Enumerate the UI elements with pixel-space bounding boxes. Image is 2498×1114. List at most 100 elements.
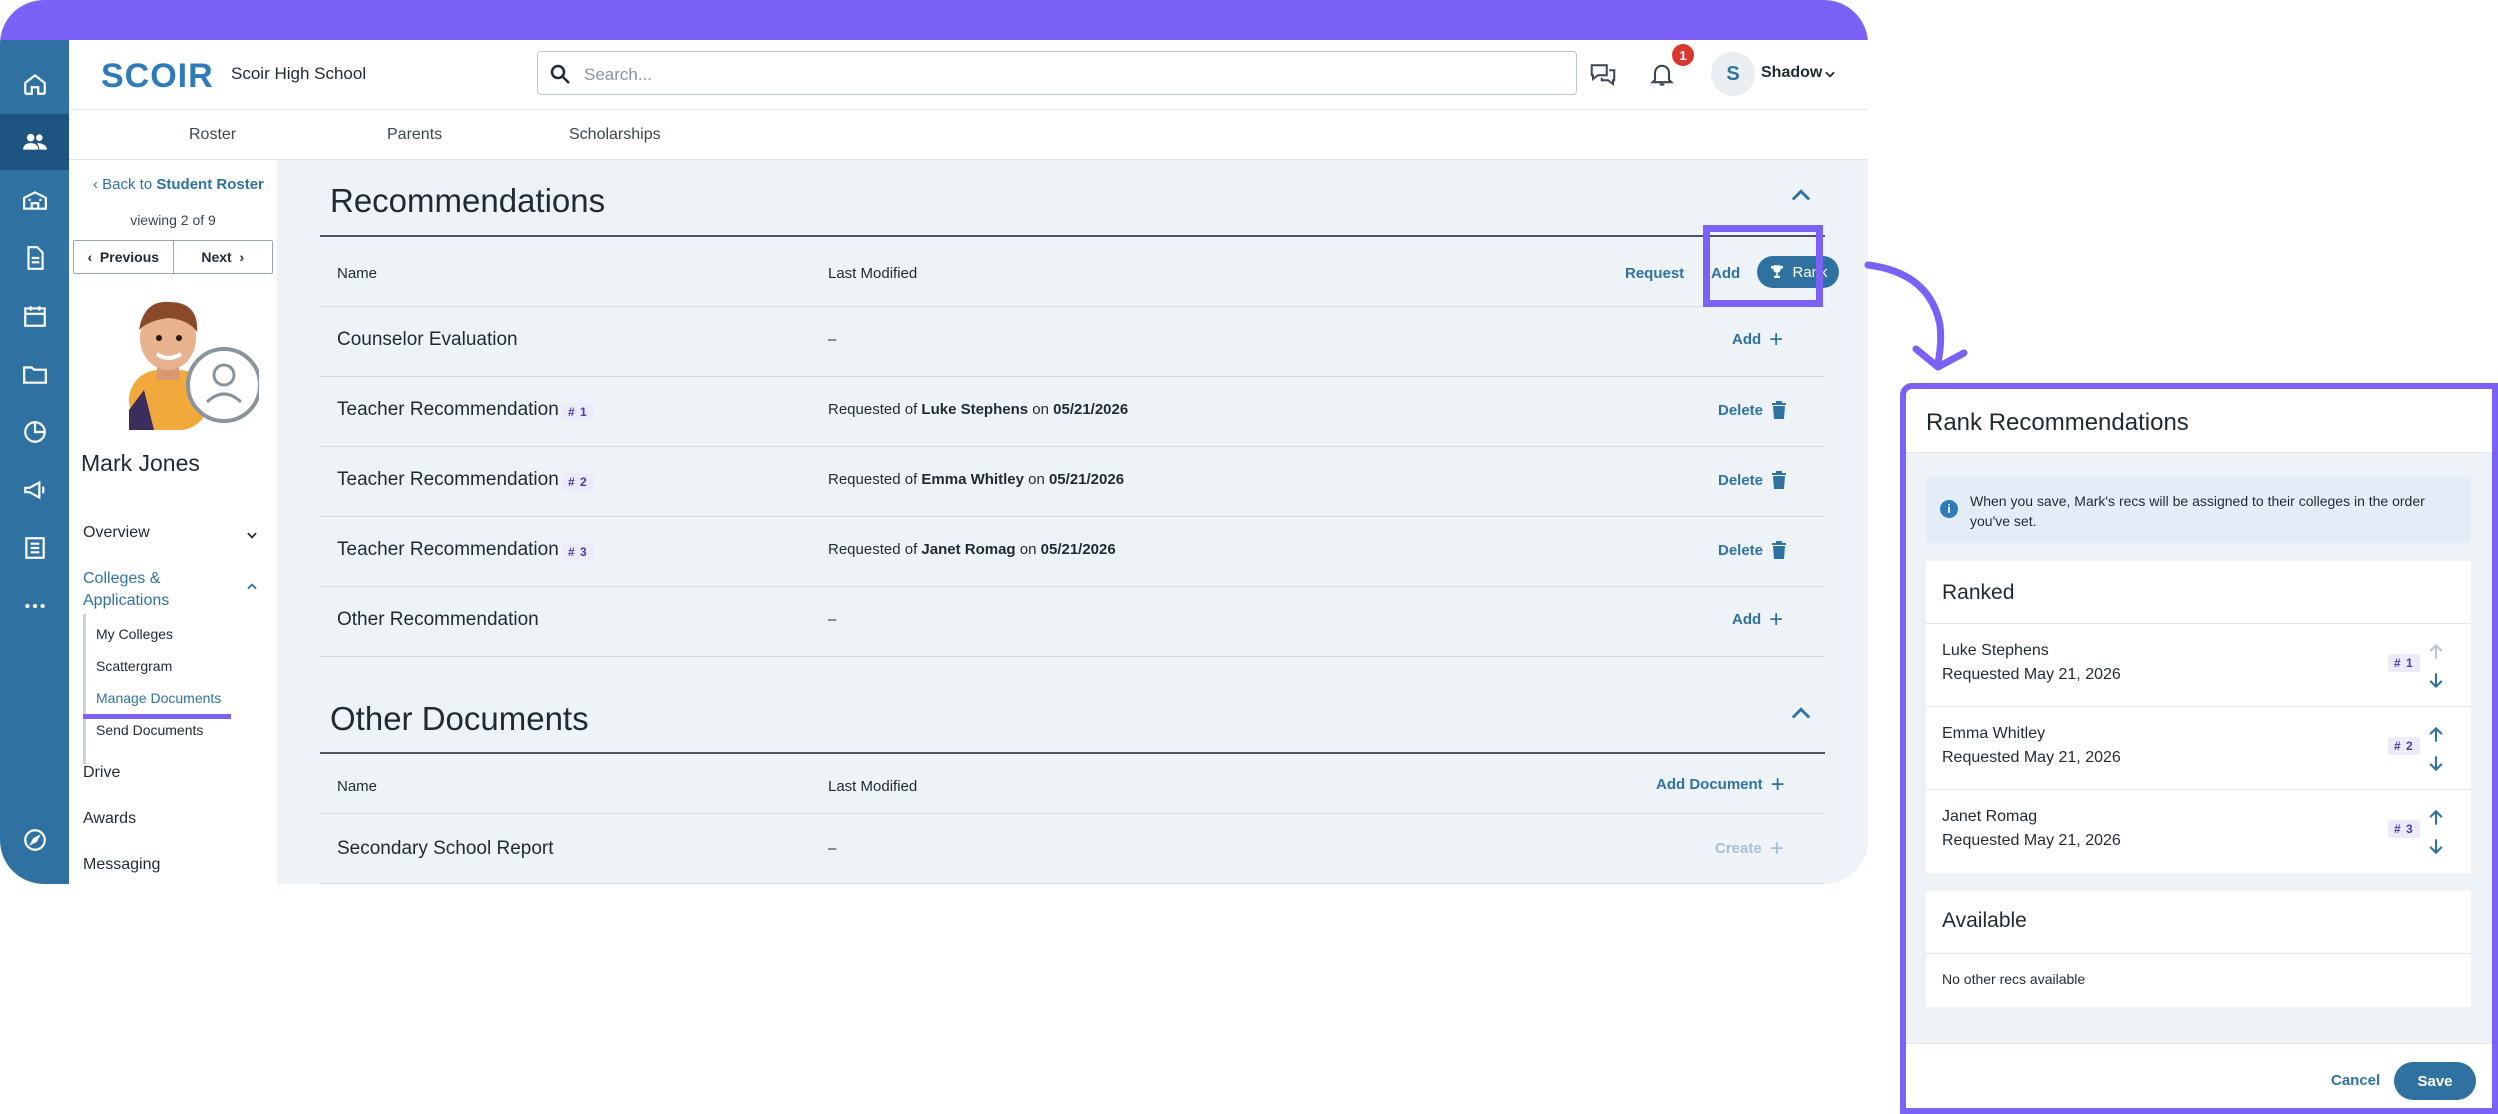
add-other-rec-button[interactable]: Add + <box>1732 605 1784 633</box>
arrow-up-icon[interactable] <box>2426 642 2446 662</box>
delete-button[interactable]: Delete <box>1718 541 1787 559</box>
next-button[interactable]: Next › <box>174 241 273 273</box>
row-name: Teacher Recommendation <box>337 539 559 560</box>
student-avatar <box>129 301 259 430</box>
table-row: Teacher Recommendation # 1 Requested of … <box>320 377 1825 447</box>
sidebar-item-my-colleges[interactable]: My Colleges <box>96 626 173 642</box>
tab-parents[interactable]: Parents <box>387 126 442 144</box>
chevron-left-icon: ‹ <box>93 176 103 193</box>
cancel-button[interactable]: Cancel <box>2331 1072 2380 1089</box>
sidebar-item-scattergram[interactable]: Scattergram <box>96 658 172 674</box>
rec-requested: Requested May 21, 2026 <box>1942 666 2121 683</box>
chat-icon[interactable] <box>1583 54 1623 94</box>
col-last-modified: Last Modified <box>828 778 918 795</box>
sidebar-item-messaging[interactable]: Messaging <box>83 856 160 874</box>
req-on: on <box>1015 541 1041 558</box>
sidebar-item-colleges-line2[interactable]: Applications <box>83 592 169 610</box>
arrow-up-icon[interactable] <box>2426 808 2446 828</box>
chevron-up-icon[interactable] <box>245 580 259 594</box>
list-item[interactable]: Luke Stephens Requested May 21, 2026 # 1 <box>1926 623 2471 705</box>
user-name[interactable]: Shadow <box>1761 64 1822 82</box>
delete-button[interactable]: Delete <box>1718 401 1787 419</box>
collapse-icon[interactable] <box>1787 182 1815 210</box>
other-documents-title: Other Documents <box>330 700 589 737</box>
rank-tag: # 3 <box>562 543 594 561</box>
home-icon[interactable] <box>0 56 69 112</box>
available-title: Available <box>1942 909 2027 932</box>
pie-chart-icon[interactable] <box>0 404 69 460</box>
rank-tag: # 1 <box>2388 654 2420 672</box>
sidebar-item-manage-documents[interactable]: Manage Documents <box>96 690 221 706</box>
req-date: 05/21/2026 <box>1048 471 1125 488</box>
row-name: Teacher Recommendation <box>337 469 559 490</box>
row-name: Counselor Evaluation <box>337 329 518 350</box>
people-icon[interactable] <box>0 114 69 170</box>
chevron-down-icon[interactable] <box>1823 67 1837 81</box>
available-empty-text: No other recs available <box>1942 971 2086 987</box>
trash-icon <box>1772 471 1787 489</box>
chevron-left-icon: ‹ <box>87 249 100 265</box>
create-button[interactable]: Create + <box>1715 836 1784 860</box>
request-button[interactable]: Request <box>1625 265 1684 282</box>
arrow-down-icon[interactable] <box>2426 753 2446 773</box>
tab-scholarships[interactable]: Scholarships <box>569 126 661 144</box>
more-icon[interactable] <box>0 578 69 634</box>
req-person: Emma Whitley <box>921 471 1024 488</box>
table-row: Counselor Evaluation – Add + <box>320 307 1825 377</box>
action-label: Create <box>1715 840 1762 857</box>
arrow-down-icon[interactable] <box>2426 670 2446 690</box>
list-icon[interactable] <box>0 520 69 576</box>
rank-highlight <box>1703 225 1823 307</box>
delete-button[interactable]: Delete <box>1718 471 1787 489</box>
modal-footer: Cancel Save <box>1906 1043 2492 1108</box>
tab-roster[interactable]: Roster <box>189 126 236 144</box>
info-text: When you save, Mark's recs will be assig… <box>1970 493 2425 529</box>
sidebar-item-overview[interactable]: Overview <box>83 524 150 542</box>
sidebar-item-send-documents[interactable]: Send Documents <box>96 722 203 738</box>
row-name: Secondary School Report <box>337 838 554 859</box>
student-name: Mark Jones <box>81 450 200 476</box>
row-modified: – <box>828 840 837 857</box>
arrow-down-icon[interactable] <box>2426 836 2446 856</box>
sidebar-item-colleges[interactable]: Colleges & <box>83 570 160 588</box>
save-button[interactable]: Save <box>2394 1062 2476 1100</box>
user-avatar[interactable]: S <box>1711 52 1755 96</box>
notification-badge: 1 <box>1672 44 1694 66</box>
req-date: 05/21/2026 <box>1053 401 1129 418</box>
add-document-button[interactable]: Add Document + <box>1656 772 1785 796</box>
back-to-roster-link[interactable]: ‹ Back to Student Roster <box>93 176 264 193</box>
list-item[interactable]: Emma Whitley Requested May 21, 2026 # 2 <box>1926 706 2471 788</box>
rank-tag: # 1 <box>562 403 594 421</box>
calendar-icon[interactable] <box>0 288 69 344</box>
scoir-logo[interactable]: SCOIR <box>101 57 214 96</box>
req-date: 05/21/2026 <box>1040 541 1116 558</box>
app-window: SCOIR Scoir High School Search... 1 S Sh… <box>0 0 1868 884</box>
chevron-down-icon[interactable] <box>245 528 259 542</box>
compass-icon[interactable] <box>0 812 69 868</box>
arrow-up-icon[interactable] <box>2426 725 2446 745</box>
megaphone-icon[interactable] <box>0 462 69 518</box>
table-row: Teacher Recommendation # 2 Requested of … <box>320 447 1825 517</box>
table-row: Secondary School Report – Create + <box>320 814 1825 884</box>
rec-name: Luke Stephens <box>1942 642 2049 659</box>
collapse-icon[interactable] <box>1787 700 1815 728</box>
trash-icon <box>1772 401 1787 419</box>
folder-icon[interactable] <box>0 346 69 402</box>
plus-icon: + <box>1769 605 1784 633</box>
search-input[interactable]: Search... <box>537 51 1577 95</box>
chevron-right-icon: › <box>231 249 245 265</box>
action-label: Delete <box>1718 471 1764 489</box>
previous-label: Previous <box>99 249 160 265</box>
previous-button[interactable]: ‹ Previous <box>74 241 174 273</box>
sidebar-item-awards[interactable]: Awards <box>83 810 136 828</box>
school-icon[interactable] <box>0 172 69 228</box>
modal-header: Rank Recommendations <box>1906 389 2492 453</box>
document-icon[interactable] <box>0 230 69 286</box>
row-name: Other Recommendation <box>337 609 539 630</box>
add-counselor-eval-button[interactable]: Add + <box>1732 327 1783 351</box>
list-item[interactable]: Janet Romag Requested May 21, 2026 # 3 <box>1926 789 2471 871</box>
viewing-count: viewing 2 of 9 <box>130 212 216 228</box>
search-icon <box>550 64 570 84</box>
table-row: Teacher Recommendation # 3 Requested of … <box>320 517 1825 587</box>
sidebar-item-drive[interactable]: Drive <box>83 764 120 782</box>
